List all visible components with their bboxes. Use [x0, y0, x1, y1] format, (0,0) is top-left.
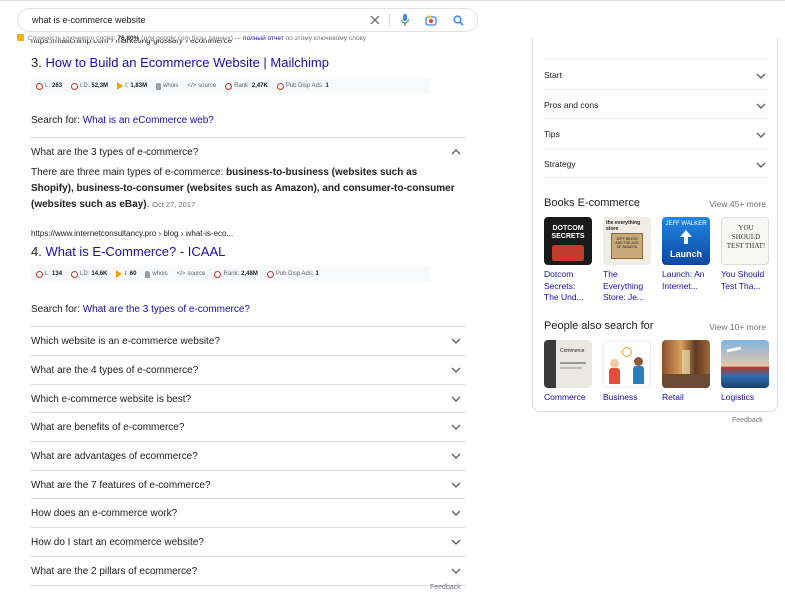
- seo-metrics-bar: L: 134 LD: 14,6K I: 60 whois </> source Rank…: [31, 266, 430, 282]
- divider: [389, 14, 390, 27]
- panel-row-tips[interactable]: Tips: [544, 118, 768, 148]
- faq-item[interactable]: What are the 7 features of e-commerce?: [31, 470, 465, 499]
- answer-date: Oct 27, 2017: [152, 200, 196, 209]
- metric-circle-icon: [276, 82, 284, 90]
- chevron-down-icon: [451, 539, 461, 545]
- chevron-down-icon: [756, 132, 766, 138]
- faq-item[interactable]: Which website is an e-commerce website?: [31, 326, 465, 355]
- chevron-down-icon: [451, 424, 461, 430]
- code-icon: </>: [176, 271, 186, 277]
- search-icon[interactable]: [450, 12, 466, 28]
- cut-off-url: https://mailchimp.com › marketing-glossa…: [31, 40, 232, 45]
- chevron-down-icon: [756, 103, 766, 109]
- top-border: [0, 0, 785, 3]
- faq-item[interactable]: What are benefits of e-commerce?: [31, 412, 465, 441]
- related-card-retail[interactable]: Retail: [662, 340, 710, 404]
- chevron-up-icon: [451, 149, 461, 155]
- source-link[interactable]: </> source: [177, 271, 206, 277]
- metric-circle-icon: [36, 270, 43, 278]
- index-icon: [117, 82, 124, 90]
- search-for-line: Search for: What is an eCommerce web?: [31, 115, 214, 126]
- faq-item[interactable]: What are the 4 types of e-commerce?: [31, 355, 465, 384]
- people-also-search-title: People also search for: [544, 320, 654, 332]
- faq-item[interactable]: How do I start an ecommerce website?: [31, 527, 465, 556]
- related-card-commerce[interactable]: Commerce Commerce: [544, 340, 592, 404]
- metric-circle-icon: [71, 82, 79, 90]
- book-cover-image: JEFF WALKER Launch: [662, 217, 710, 265]
- business-illustration-image: [603, 340, 651, 388]
- person-icon: [156, 82, 162, 90]
- book-cover-image: YOU SHOULD TEST THAT!: [721, 217, 769, 265]
- related-card-logistics[interactable]: Logistics: [721, 340, 769, 404]
- commerce-book-image: Commerce: [544, 340, 592, 388]
- panel-row-start[interactable]: Start: [544, 59, 768, 89]
- chevron-down-icon: [451, 568, 461, 574]
- faq-item[interactable]: How does an e-commerce work?: [31, 498, 465, 527]
- metric-circle-icon: [71, 270, 79, 278]
- seo-metrics-bar: L: 263 LD: 52,3M I: 1,83M whois </> source R…: [31, 78, 430, 94]
- search-input[interactable]: what is e-commerce website: [32, 15, 146, 25]
- chevron-down-icon: [451, 453, 461, 459]
- person-icon: [145, 270, 151, 278]
- chevron-down-icon: [451, 482, 461, 488]
- chevron-down-icon: [756, 162, 766, 168]
- code-icon: </>: [187, 83, 197, 89]
- metric-circle-icon: [266, 270, 274, 278]
- chevron-down-icon: [451, 367, 461, 373]
- book-card[interactable]: YOU SHOULD TEST THAT! You Should Test Tha…: [721, 217, 769, 292]
- source-link[interactable]: </> source: [187, 83, 216, 89]
- result-url[interactable]: https://www.internetconsultancy.pro › bl…: [31, 229, 233, 238]
- search-bar[interactable]: what is e-commerce website: [17, 8, 478, 32]
- book-card[interactable]: JEFF WALKER Launch Launch: An Internet...: [662, 217, 710, 292]
- clear-icon[interactable]: [367, 12, 383, 28]
- panel-feedback-link[interactable]: Feedback: [732, 417, 763, 424]
- people-view-more[interactable]: View 10+ more: [709, 322, 766, 332]
- book-card[interactable]: the everything store JEFF BEZOS AND THE …: [603, 217, 651, 304]
- book-cover-image: the everything store JEFF BEZOS AND THE …: [603, 217, 651, 265]
- faq-item[interactable]: Which e-commerce website is best?: [31, 384, 465, 413]
- metric-circle-icon: [214, 270, 222, 278]
- whois-link[interactable]: whois: [156, 82, 178, 90]
- chevron-down-icon: [451, 510, 461, 516]
- index-icon: [116, 270, 123, 278]
- chevron-down-icon: [756, 73, 766, 79]
- faq-item[interactable]: What are advantages of ecommerce?: [31, 441, 465, 470]
- microphone-icon[interactable]: [397, 12, 413, 28]
- knowledge-panel: Start Pros and cons Tips Strategy Books …: [532, 38, 778, 412]
- result-title[interactable]: 3. How to Build an Ecommerce Website | M…: [31, 55, 329, 70]
- faq-answer: There are three main types of e-commerce…: [31, 167, 455, 210]
- chevron-down-icon: [451, 396, 461, 402]
- chevron-down-icon: [451, 338, 461, 344]
- metric-circle-icon: [225, 82, 233, 90]
- faq-item[interactable]: What are the 2 pillars of ecommerce?: [31, 556, 465, 586]
- panel-row-pros-and-cons[interactable]: Pros and cons: [544, 89, 768, 119]
- search-for-line: Search for: What are the 3 types of e-co…: [31, 304, 250, 315]
- camera-search-icon[interactable]: [423, 12, 439, 28]
- search-for-link[interactable]: What are the 3 types of e-commerce?: [83, 304, 250, 315]
- logistics-image: [721, 340, 769, 388]
- panel-row-strategy[interactable]: Strategy: [544, 148, 768, 178]
- full-report-link[interactable]: полный отчет: [243, 35, 284, 42]
- metric-circle-icon: [36, 82, 43, 90]
- faq-item-expanded[interactable]: What are the 3 types of e-commerce?: [31, 137, 465, 166]
- whois-link[interactable]: whois: [145, 270, 168, 278]
- book-cover-image: DOTCOM SECRETS: [544, 217, 592, 265]
- semrush-icon: [17, 34, 24, 41]
- books-view-more[interactable]: View 45+ more: [709, 199, 766, 209]
- related-card-business[interactable]: Business: [603, 340, 651, 404]
- retail-store-image: [662, 340, 710, 388]
- feedback-link[interactable]: Feedback: [430, 584, 461, 591]
- result-title[interactable]: 4. What is E-Commerce? - ICAAL: [31, 244, 225, 259]
- books-section-title: Books E-commerce: [544, 197, 640, 209]
- search-for-link[interactable]: What is an eCommerce web?: [83, 115, 214, 126]
- book-card[interactable]: DOTCOM SECRETS Dotcom Secrets: The Und...: [544, 217, 592, 304]
